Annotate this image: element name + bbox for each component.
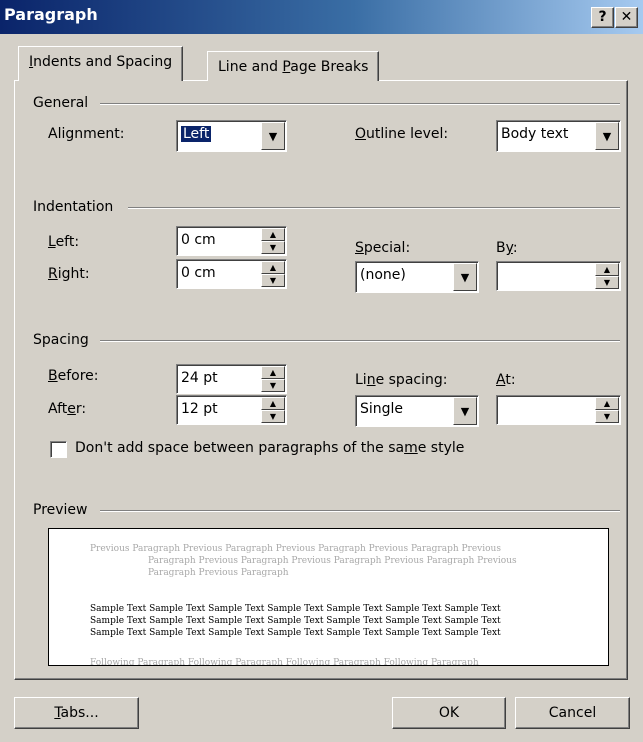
spin-up-icon[interactable]: ▲: [595, 263, 619, 276]
outline-level-select[interactable]: Body text ▼: [496, 120, 621, 152]
preview-previous-line: Paragraph Previous Paragraph Previous Pa…: [148, 556, 517, 566]
preview-sample-line: Sample Text Sample Text Sample Text Samp…: [90, 604, 501, 614]
spacing-group-label: Spacing: [33, 332, 97, 348]
line-spacing-select[interactable]: Single ▼: [355, 395, 479, 427]
spacing-before-value: 24 pt: [181, 370, 218, 386]
no-space-checkbox[interactable]: [50, 441, 67, 458]
by-label: By:: [496, 240, 518, 256]
preview-box: Previous Paragraph Previous Paragraph Pr…: [48, 528, 609, 666]
special-value: (none): [360, 267, 406, 283]
preview-sample-line: Sample Text Sample Text Sample Text Samp…: [90, 628, 501, 638]
by-spinner[interactable]: ▲ ▼: [595, 263, 619, 289]
spacing-after-value: 12 pt: [181, 401, 218, 417]
alignment-label: Alignment:: [48, 126, 125, 142]
close-icon[interactable]: ✕: [615, 7, 638, 28]
right-indent-label: Right:: [48, 266, 90, 282]
tab-line-and-page-breaks[interactable]: Line and Page Breaks: [207, 51, 380, 81]
chevron-down-icon[interactable]: ▼: [453, 397, 477, 425]
window-title: Paragraph: [4, 5, 98, 24]
preview-sample-line: Sample Text Sample Text Sample Text Samp…: [90, 616, 501, 626]
special-label: Special:: [355, 240, 411, 256]
spin-up-icon[interactable]: ▲: [261, 228, 285, 241]
tab-indents-and-spacing[interactable]: Indents and Spacing: [18, 46, 184, 81]
left-indent-label: Left:: [48, 234, 80, 250]
chevron-down-icon[interactable]: ▼: [453, 263, 477, 291]
title-bar[interactable]: Paragraph ? ✕: [0, 0, 643, 34]
special-select[interactable]: (none) ▼: [355, 261, 479, 293]
left-indent-input[interactable]: 0 cm ▲ ▼: [176, 226, 287, 256]
spin-down-icon[interactable]: ▼: [595, 276, 619, 289]
preview-group-label: Preview: [33, 502, 96, 518]
no-space-label[interactable]: Don't add space between paragraphs of th…: [75, 440, 464, 456]
general-group-label: General: [33, 95, 97, 111]
left-indent-spinner[interactable]: ▲ ▼: [261, 228, 285, 254]
paragraph-dialog: Paragraph ? ✕ Indents and Spacing Line a…: [0, 0, 643, 742]
preview-previous-line: Previous Paragraph Previous Paragraph Pr…: [90, 544, 501, 554]
line-spacing-label: Line spacing:: [355, 372, 448, 388]
cancel-button[interactable]: Cancel: [515, 697, 630, 729]
spin-down-icon[interactable]: ▼: [261, 410, 285, 423]
right-indent-value: 0 cm: [181, 265, 216, 281]
spacing-before-spinner[interactable]: ▲ ▼: [261, 366, 285, 392]
general-divider: [100, 103, 620, 105]
chevron-down-icon[interactable]: ▼: [595, 122, 619, 150]
spacing-after-label: After:: [48, 401, 87, 417]
spin-down-icon[interactable]: ▼: [261, 274, 285, 287]
alignment-select[interactable]: Left ▼: [176, 120, 287, 152]
alignment-value: Left: [179, 125, 213, 143]
spin-up-icon[interactable]: ▲: [261, 366, 285, 379]
chevron-down-icon[interactable]: ▼: [261, 122, 285, 150]
left-indent-value: 0 cm: [181, 232, 216, 248]
help-button[interactable]: ?: [591, 7, 614, 28]
by-input[interactable]: ▲ ▼: [496, 261, 621, 291]
tabs-button[interactable]: Tabs...: [14, 697, 139, 729]
at-input[interactable]: ▲ ▼: [496, 395, 621, 425]
right-indent-spinner[interactable]: ▲ ▼: [261, 261, 285, 287]
spacing-before-input[interactable]: 24 pt ▲ ▼: [176, 364, 287, 394]
at-label: At:: [496, 372, 516, 388]
spacing-after-input[interactable]: 12 pt ▲ ▼: [176, 395, 287, 425]
spin-down-icon[interactable]: ▼: [261, 241, 285, 254]
ok-button[interactable]: OK: [392, 697, 506, 729]
line-spacing-value: Single: [360, 401, 404, 417]
spin-up-icon[interactable]: ▲: [261, 397, 285, 410]
spacing-before-label: Before:: [48, 368, 99, 384]
outline-level-value: Body text: [501, 126, 569, 142]
outline-level-label: Outline level:: [355, 126, 449, 142]
spin-down-icon[interactable]: ▼: [261, 379, 285, 392]
preview-previous-line: Paragraph Previous Paragraph: [148, 568, 289, 578]
indentation-group-label: Indentation: [33, 199, 122, 215]
preview-divider: [100, 510, 620, 512]
spin-up-icon[interactable]: ▲: [261, 261, 285, 274]
at-spinner[interactable]: ▲ ▼: [595, 397, 619, 423]
preview-following-line: Following Paragraph Following Paragraph …: [90, 658, 479, 666]
indentation-divider: [128, 207, 620, 209]
right-indent-input[interactable]: 0 cm ▲ ▼: [176, 259, 287, 289]
spin-down-icon[interactable]: ▼: [595, 410, 619, 423]
spacing-after-spinner[interactable]: ▲ ▼: [261, 397, 285, 423]
spin-up-icon[interactable]: ▲: [595, 397, 619, 410]
spacing-divider: [100, 340, 620, 342]
